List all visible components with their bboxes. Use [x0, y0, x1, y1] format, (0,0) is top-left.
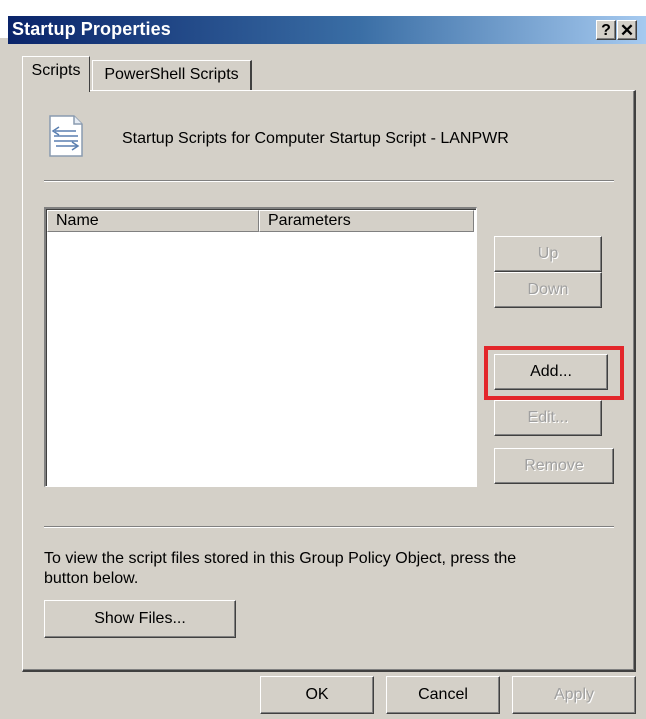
cancel-button[interactable]: Cancel — [386, 676, 500, 714]
tab-powershell-scripts[interactable]: PowerShell Scripts — [92, 60, 252, 90]
apply-button[interactable]: Apply — [512, 676, 636, 714]
tab-scripts[interactable]: Scripts — [22, 56, 90, 92]
ok-button[interactable]: OK — [260, 676, 374, 714]
window-title: Startup Properties — [12, 19, 171, 39]
close-button[interactable]: ✕ — [617, 20, 637, 40]
scripts-tab-panel — [22, 90, 636, 672]
help-button[interactable]: ? — [596, 20, 616, 40]
